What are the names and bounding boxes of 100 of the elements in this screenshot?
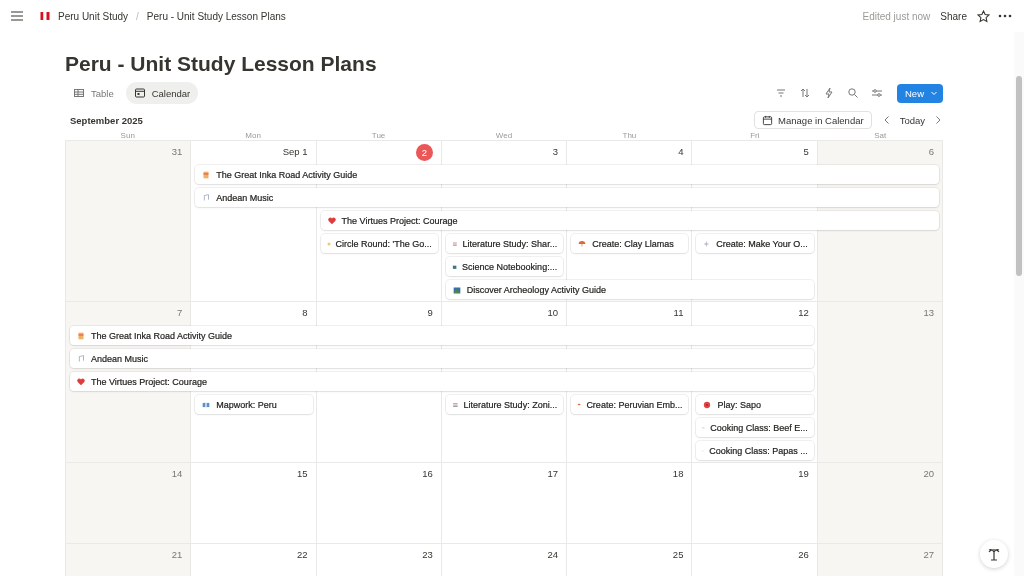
- event-title: Circle Round: 'The Go...: [335, 238, 432, 249]
- event-card[interactable]: Andean Music: [195, 188, 939, 207]
- event-title: Play: Sapo: [717, 399, 761, 410]
- date-number: 22: [297, 549, 308, 561]
- scroll-icon: [76, 330, 86, 341]
- event-title: Create: Clay Llamas: [592, 238, 674, 249]
- event-title: Cooking Class: Papas ...: [709, 445, 808, 456]
- event-card[interactable]: Andean Music: [70, 349, 814, 368]
- weekday-label: Sat: [874, 131, 887, 140]
- event-card[interactable]: Cooking Class: Papas ...: [696, 441, 814, 460]
- weekday-label: Tue: [371, 131, 386, 140]
- date-number: 15: [297, 468, 308, 480]
- event-title: The Great Inka Road Activity Guide: [91, 330, 233, 341]
- event-card[interactable]: The Virtues Project: Courage: [320, 211, 939, 230]
- music-note-icon: [76, 353, 86, 364]
- event-card[interactable]: Create: Clay Llamas: [571, 234, 689, 253]
- event-card[interactable]: Literature Study: Shar...: [445, 234, 564, 253]
- date-number: 9: [427, 307, 433, 319]
- manage-calendar-button[interactable]: Manage in Calendar: [754, 111, 872, 129]
- date-number: 4: [678, 146, 684, 158]
- event-card[interactable]: Cooking Class: Beef E...: [696, 418, 814, 437]
- calendar-icon: [762, 114, 774, 126]
- heart-icon: [76, 376, 86, 387]
- event-title: Create: Peruvian Emb...: [586, 399, 683, 410]
- flag-icon: [40, 12, 50, 20]
- event-title: Cooking Class: Beef E...: [710, 422, 808, 433]
- table-icon: [73, 87, 85, 99]
- date-number: 3: [552, 146, 559, 158]
- date-number: 20: [923, 468, 934, 480]
- weekday-label: Mon: [245, 131, 261, 140]
- event-card[interactable]: Discover Archeology Activity Guide: [445, 280, 814, 299]
- star-icon[interactable]: [977, 9, 990, 23]
- heart-icon: [326, 215, 337, 226]
- breadcrumb-link[interactable]: Peru - Unit Study Lesson Plans: [146, 10, 286, 22]
- date-number: 21: [171, 549, 183, 561]
- event-title: Science Notebooking:...: [462, 261, 558, 272]
- sort-icon[interactable]: [799, 87, 811, 99]
- event-title: The Virtues Project: Courage: [341, 215, 458, 226]
- date-number: 19: [798, 468, 809, 480]
- help-button[interactable]: [980, 540, 1008, 568]
- date-number: 24: [547, 549, 559, 561]
- today-button[interactable]: Today: [897, 114, 927, 126]
- date-number: 8: [302, 307, 308, 319]
- date-number: 25: [672, 549, 684, 561]
- event-card[interactable]: The Great Inka Road Activity Guide: [195, 165, 939, 184]
- music-note-icon: [201, 192, 212, 203]
- breadcrumb-link[interactable]: Peru Unit Study: [58, 10, 129, 22]
- event-card[interactable]: Circle Round: 'The Go...: [320, 234, 438, 253]
- view-tab[interactable]: Table: [65, 82, 122, 104]
- date-number: 7: [177, 307, 183, 319]
- weekday-label: Sun: [120, 131, 135, 140]
- more-icon[interactable]: [998, 14, 1012, 18]
- date-number: 26: [798, 549, 809, 561]
- event-card[interactable]: Literature Study: Zoni...: [445, 395, 564, 414]
- date-number: 13: [923, 307, 934, 319]
- event-card[interactable]: The Virtues Project: Courage: [70, 372, 814, 391]
- event-title: Literature Study: Shar...: [462, 238, 558, 249]
- page-title: Peru - Unit Study Lesson Plans: [65, 52, 378, 76]
- search-icon[interactable]: [847, 87, 859, 99]
- date-number: 31: [171, 146, 183, 158]
- weekday-label: Fri: [750, 131, 760, 140]
- event-title: Andean Music: [216, 192, 274, 203]
- event-card[interactable]: Play: Sapo: [696, 395, 814, 414]
- date-number: 16: [422, 468, 433, 480]
- date-number: 12: [798, 307, 809, 319]
- menu-icon[interactable]: [10, 10, 24, 22]
- event-title: Create: Make Your O...: [716, 238, 808, 249]
- next-icon[interactable]: [933, 115, 943, 125]
- event-card[interactable]: Science Notebooking:...: [445, 257, 564, 276]
- event-card[interactable]: Create: Make Your O...: [696, 234, 814, 253]
- date-number: 11: [673, 307, 684, 319]
- scroll-icon: [201, 169, 212, 180]
- lightning-icon[interactable]: [823, 87, 835, 99]
- edit-status: Edited just now: [862, 10, 931, 22]
- calendar-icon: [133, 87, 146, 99]
- date-number: 18: [672, 468, 684, 480]
- breadcrumb-separator: /: [136, 10, 139, 22]
- date-number: 23: [422, 549, 433, 561]
- date-number: 17: [547, 468, 559, 480]
- weekday-label: Thu: [622, 131, 637, 140]
- weekday-label: Wed: [495, 131, 513, 140]
- event-card[interactable]: Create: Peruvian Emb...: [571, 395, 689, 414]
- new-button[interactable]: New: [897, 83, 943, 103]
- event-card[interactable]: The Great Inka Road Activity Guide: [70, 326, 814, 345]
- event-title: Andean Music: [91, 353, 149, 364]
- event-title: Literature Study: Zoni...: [463, 399, 558, 410]
- share-button[interactable]: Share: [938, 10, 969, 22]
- event-title: Mapwork: Peru: [216, 399, 277, 410]
- date-number: 27: [923, 549, 934, 561]
- settings-icon[interactable]: [871, 87, 883, 99]
- view-tab[interactable]: Calendar: [125, 82, 199, 104]
- date-number: Sep 1: [282, 146, 308, 158]
- flower-icon: [702, 399, 713, 410]
- scrollbar[interactable]: [1014, 32, 1024, 576]
- event-title: The Virtues Project: Courage: [91, 376, 207, 387]
- event-card[interactable]: Mapwork: Peru: [195, 395, 313, 414]
- caret-icon: [930, 89, 938, 97]
- date-number: 6: [928, 146, 934, 158]
- date-number: 14: [171, 468, 183, 480]
- month-label: September 2025: [70, 114, 143, 126]
